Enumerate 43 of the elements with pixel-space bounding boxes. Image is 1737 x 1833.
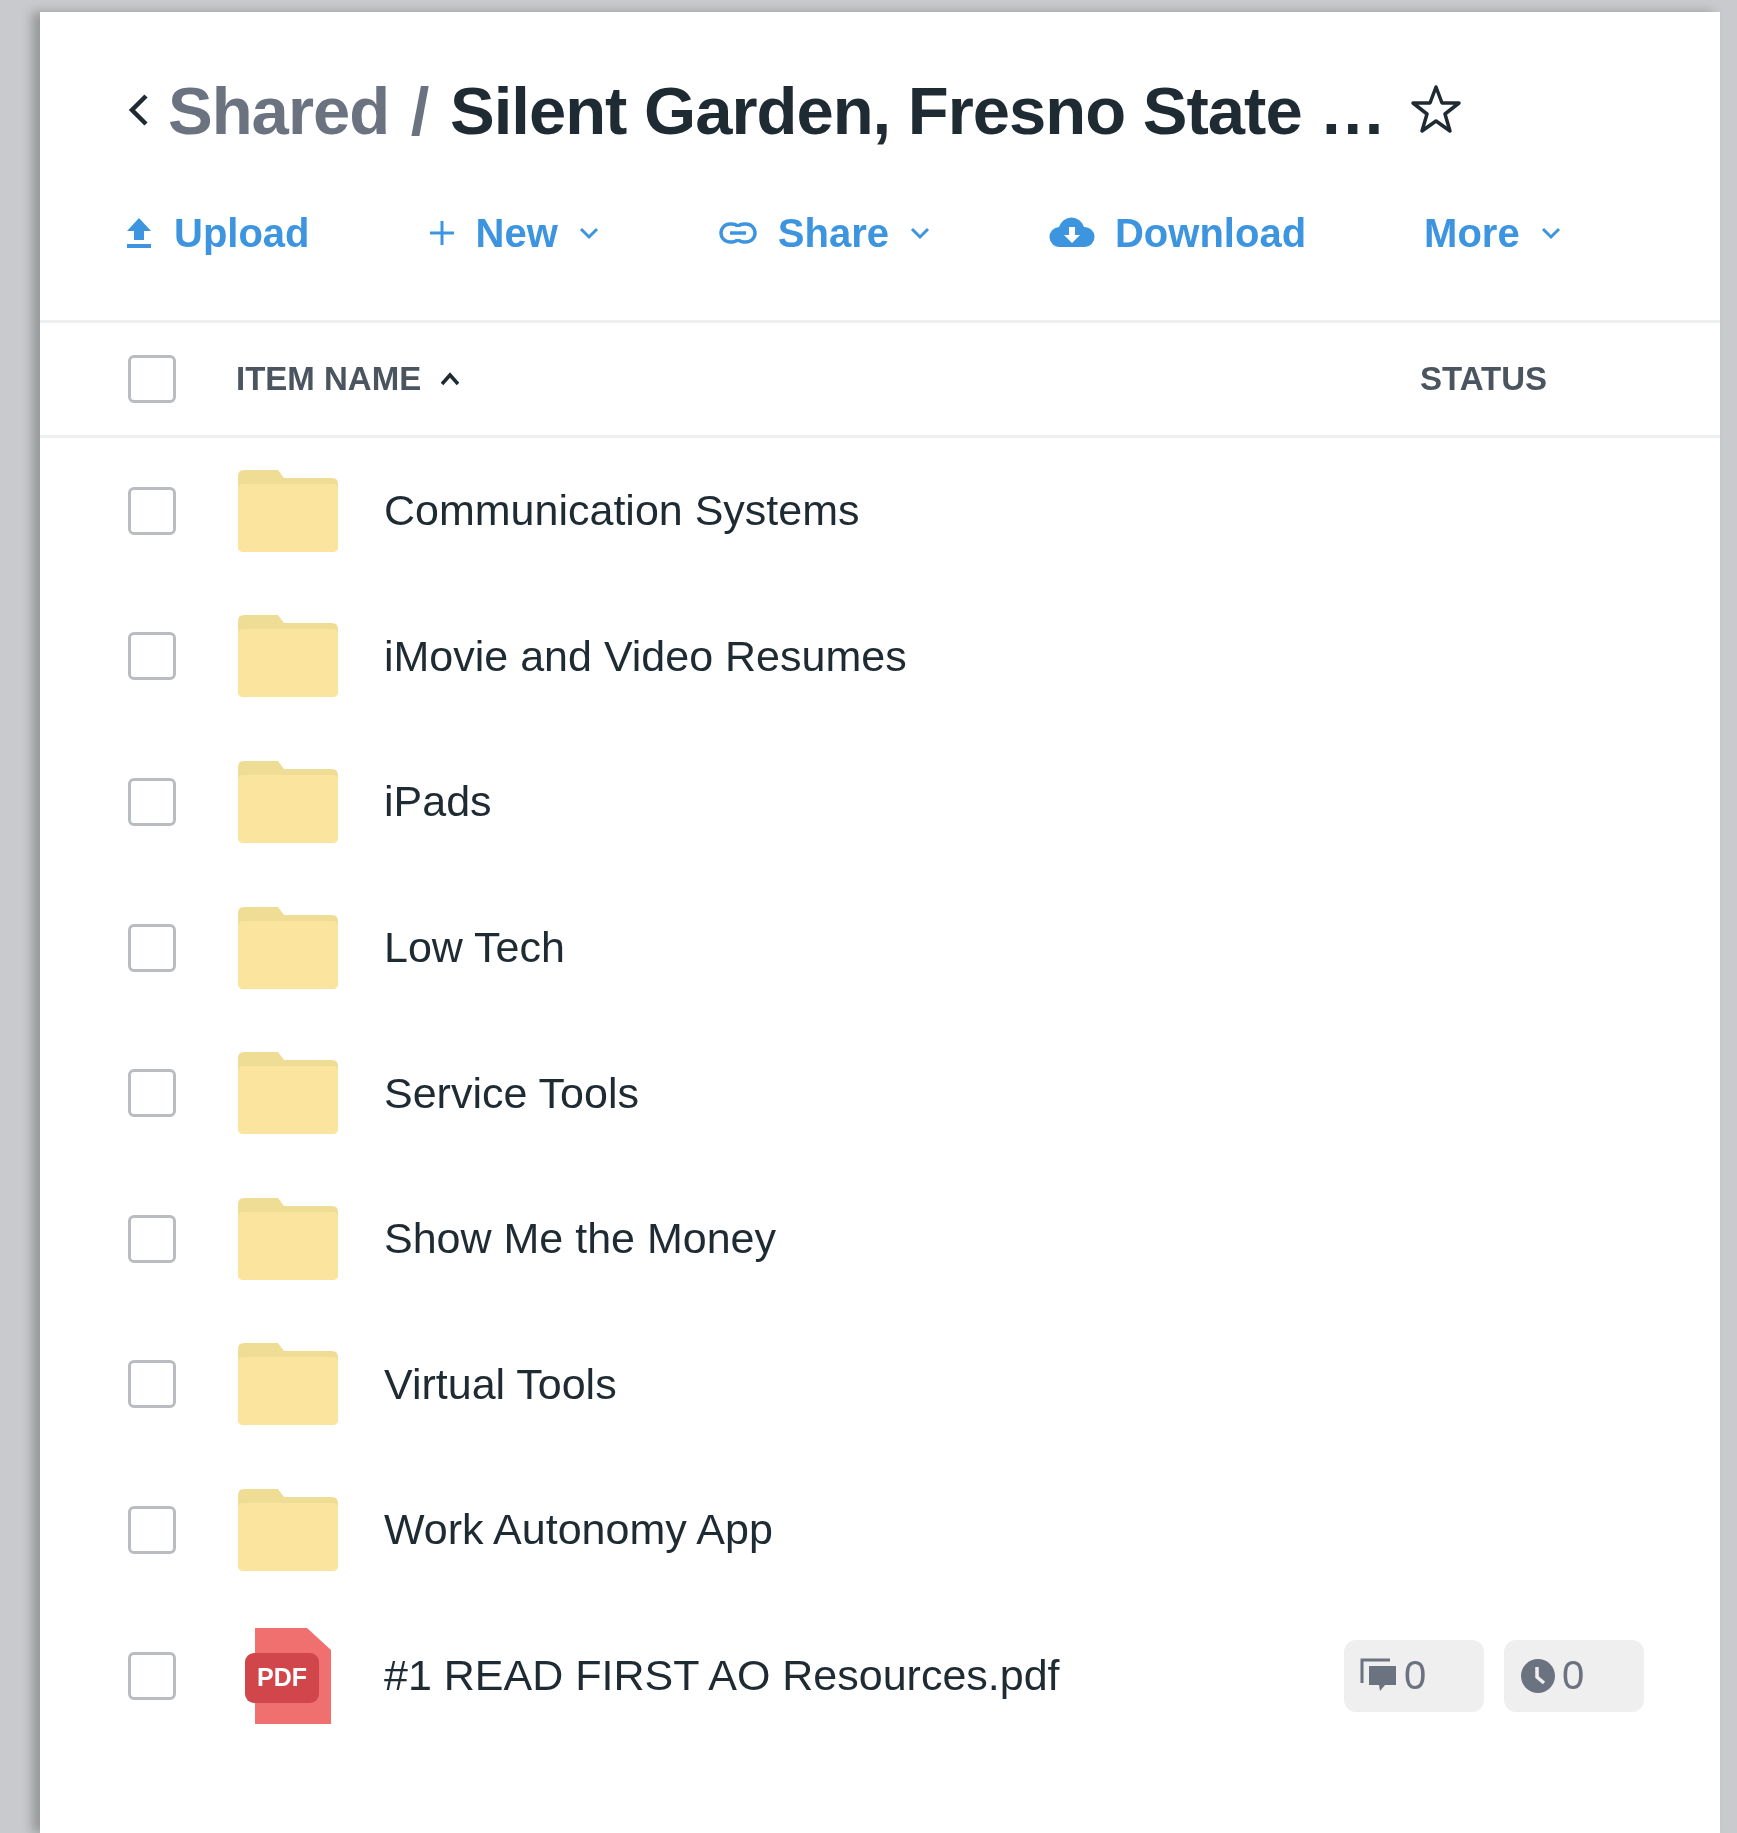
cloud-download-icon <box>1048 217 1095 249</box>
breadcrumb-separator: / <box>410 72 429 148</box>
folder-icon <box>238 1052 338 1135</box>
row-checkbox[interactable] <box>128 1505 176 1554</box>
select-all-checkbox[interactable] <box>128 355 176 403</box>
item-name[interactable]: #1 READ FIRST AO Resources.pdf <box>384 1651 1344 1701</box>
row-checkbox[interactable] <box>128 923 176 972</box>
row-checkbox[interactable] <box>128 778 176 826</box>
row-checkbox[interactable] <box>128 1214 176 1263</box>
folder-icon <box>238 469 338 552</box>
folder-icon <box>238 615 338 698</box>
upload-icon <box>124 216 154 250</box>
breadcrumb-link[interactable]: Shared <box>168 72 390 148</box>
item-name[interactable]: Show Me the Money <box>384 1214 1720 1264</box>
row-checkbox[interactable] <box>128 486 176 535</box>
comments-badge[interactable]: 0 <box>1344 1639 1484 1712</box>
folder-icon <box>238 906 338 989</box>
column-header[interactable]: STATUS <box>1420 360 1548 398</box>
folder-icon <box>238 1197 338 1280</box>
item-name[interactable]: iMovie and Video Resumes <box>384 631 1720 681</box>
sort-ascending-icon <box>439 372 462 386</box>
tasks-badge[interactable]: 0 <box>1504 1639 1644 1712</box>
row-checkbox[interactable] <box>128 1069 176 1118</box>
item-name[interactable]: Communication Systems <box>384 486 1720 536</box>
folder-icon <box>238 1343 338 1426</box>
chevron-down-icon <box>908 226 931 240</box>
item-name[interactable]: Low Tech <box>384 923 1720 973</box>
item-name[interactable]: Work Autonomy App <box>384 1505 1720 1555</box>
item-name[interactable]: iPads <box>384 777 1720 827</box>
item-name[interactable]: Service Tools <box>384 1068 1720 1118</box>
row-checkbox[interactable] <box>128 1360 176 1409</box>
clock-icon <box>1520 1657 1556 1694</box>
item-name[interactable]: Virtual Tools <box>384 1359 1720 1409</box>
folder-title: Silent Garden, Fresno State … <box>450 72 1386 148</box>
chevron-down-icon <box>577 226 600 240</box>
row-checkbox[interactable] <box>128 632 176 681</box>
link-icon <box>717 221 758 245</box>
plus-icon <box>427 219 456 247</box>
folder-icon <box>238 1488 338 1571</box>
folder-icon <box>238 761 338 843</box>
row-checkbox[interactable] <box>128 1651 176 1700</box>
column-header[interactable]: ITEM NAME <box>236 360 462 398</box>
chevron-down-icon <box>1539 226 1562 240</box>
